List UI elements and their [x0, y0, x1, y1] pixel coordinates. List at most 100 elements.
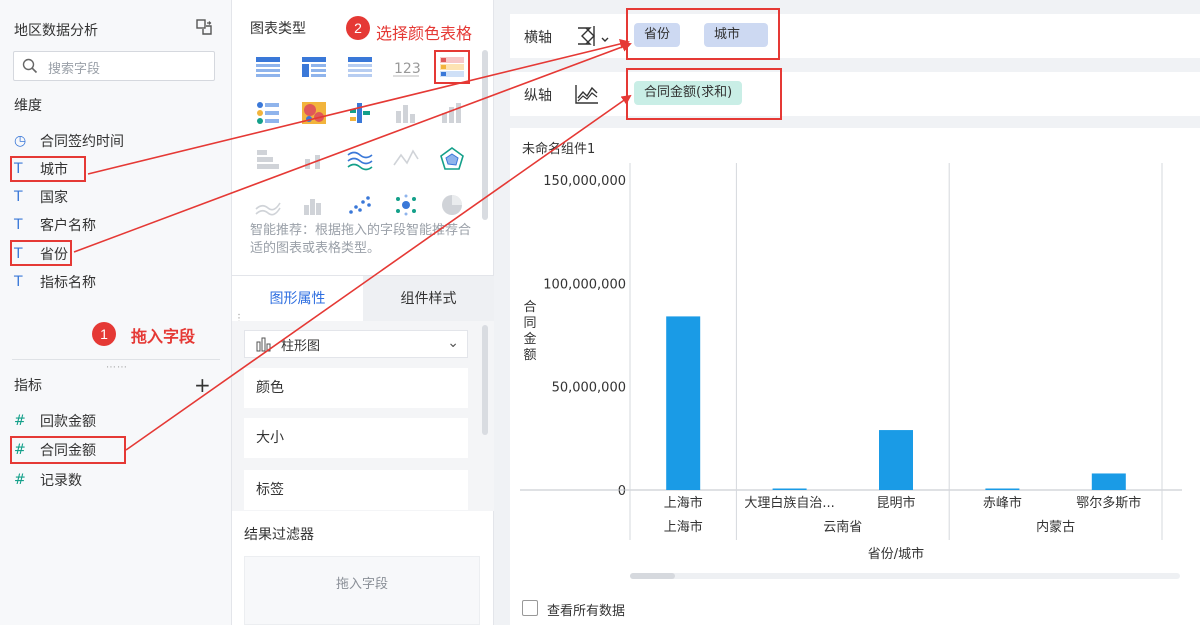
filter-placeholder: 拖入字段 — [335, 577, 388, 592]
multi-line-icon[interactable] — [344, 144, 376, 174]
result-filter-title: 结果过滤器 — [244, 527, 314, 543]
chart-editor: 横轴 省份 城市 纵轴 合同金额(求和) 未命名组件1 150,000,000 1… — [494, 0, 1200, 625]
x-axis-row: 横轴 省份 城市 — [510, 14, 1200, 58]
tab-component-style[interactable]: 组件样式 — [363, 276, 494, 322]
dimension-field-country[interactable]: T 国家 — [14, 185, 214, 209]
y-tick-label: 150,000,000 — [543, 174, 626, 189]
y-axis-title-char: 同 — [523, 316, 536, 331]
dimension-field-customer[interactable]: T 客户名称 — [14, 213, 214, 237]
y-axis-row: 纵轴 合同金额(求和) — [510, 72, 1200, 116]
bar — [772, 488, 807, 490]
line-chart-icon[interactable] — [390, 144, 422, 174]
search-placeholder: 搜索字段 — [48, 62, 101, 77]
column-chart-icon[interactable] — [390, 98, 422, 128]
view-all-data-label: 查看所有数据 — [547, 604, 626, 619]
metric-field-payment[interactable]: # 回款金额 — [14, 409, 214, 433]
block-chart-icon[interactable] — [252, 144, 284, 174]
smart-recommend-text: 智能推荐：根据拖入的字段智能推荐合适的图表或表格类型。 — [250, 223, 472, 256]
metric-field-record-count[interactable]: # 记录数 — [14, 468, 214, 492]
search-icon — [22, 58, 38, 74]
text-field-icon: T — [14, 217, 23, 233]
x-axis-title: 省份/城市 — [868, 546, 924, 562]
result-filter-dropzone[interactable]: 拖入字段 — [244, 556, 480, 625]
bar-group-icon[interactable] — [344, 98, 376, 128]
kpi-number-icon[interactable]: 123 — [390, 52, 422, 82]
x-tick-label-province: 内蒙古 — [1036, 519, 1075, 535]
field-label: 记录数 — [40, 473, 82, 489]
property-tabs: 图形属性 组件样式 — [232, 275, 494, 322]
text-field-icon: T — [14, 274, 23, 290]
radar-chart-icon[interactable] — [436, 144, 468, 174]
heatmap-icon[interactable] — [298, 98, 330, 128]
highlight-province-box — [10, 240, 72, 266]
bar-chart: 150,000,000 100,000,000 50,000,000 0 合同金额上海市… — [520, 163, 1182, 579]
field-label: 国家 — [40, 190, 68, 206]
tab-graphic-properties[interactable]: 图形属性 — [232, 276, 363, 322]
dimension-field-contract-time[interactable]: ◷ 合同签约时间 — [14, 129, 214, 153]
x-tick-label-city: 上海市 — [664, 495, 703, 511]
svg-text:123: 123 — [394, 61, 420, 77]
pie-chart-icon[interactable] — [436, 190, 468, 220]
x-tick-label-province: 上海市 — [664, 519, 703, 535]
step-2-badge: 2 — [346, 16, 370, 40]
hash-icon: # — [14, 413, 26, 429]
x-tick-label-city: 赤峰市 — [983, 495, 1022, 511]
bubble-chart-icon[interactable] — [390, 190, 422, 220]
field-label: 回款金额 — [40, 414, 96, 430]
chart-type-select[interactable]: 柱形图 ⌄ — [244, 330, 468, 358]
field-label: 指标名称 — [40, 275, 96, 291]
color-table-icon[interactable] — [434, 50, 470, 84]
scatter-chart-icon[interactable] — [344, 190, 376, 220]
field-label: 客户名称 — [40, 218, 96, 234]
cross-table-icon[interactable] — [298, 52, 330, 82]
chart-scrollbar-thumb — [630, 573, 675, 579]
highlight-city-box — [10, 156, 86, 182]
table-chart-icon[interactable] — [252, 52, 284, 82]
bar-line-icon[interactable] — [298, 144, 330, 174]
step-1-callout: 拖入字段 — [131, 327, 196, 346]
y-axis-title-char: 合 — [523, 300, 536, 315]
text-field-icon: T — [14, 189, 23, 205]
property-label[interactable]: 标签 — [244, 470, 468, 510]
bar — [879, 430, 913, 490]
y-tick-label: 100,000,000 — [543, 277, 626, 292]
bar — [1091, 473, 1126, 490]
metric-section-label: 指标 — [14, 378, 42, 394]
hash-icon: # — [14, 472, 26, 488]
color-list-icon[interactable] — [252, 98, 284, 128]
switch-dataset-icon[interactable] — [194, 17, 214, 37]
field-label: 合同签约时间 — [40, 134, 124, 150]
histogram-icon[interactable] — [298, 190, 330, 220]
x-tick-label-city: 大理白族自治... — [744, 495, 834, 511]
x-axis-icon[interactable] — [574, 24, 614, 48]
chart-types-scrollbar[interactable] — [482, 50, 488, 220]
line-chart-icon[interactable] — [574, 82, 600, 106]
y-axis-title-char: 金 — [523, 331, 536, 347]
field-search[interactable]: 搜索字段 — [13, 51, 215, 81]
y-tick-label: 50,000,000 — [552, 381, 626, 396]
properties-scrollbar[interactable] — [482, 325, 488, 435]
chevron-down-icon: ⌄ — [447, 335, 459, 351]
add-metric-icon[interactable]: + — [194, 373, 211, 397]
area-line-icon[interactable] — [252, 190, 284, 220]
stacked-column-icon[interactable] — [436, 98, 468, 128]
panel-resize-handle[interactable]: ⋯⋯ — [106, 362, 128, 373]
property-size[interactable]: 大小 — [244, 418, 468, 458]
dimension-field-indicator-name[interactable]: T 指标名称 — [14, 270, 214, 294]
section-divider — [12, 359, 220, 360]
y-axis-title-char: 额 — [523, 348, 536, 363]
highlight-y-axis-fields-box — [626, 68, 782, 120]
bar — [985, 488, 1020, 490]
chart-config-panel: 图表类型 2 选择颜色表格 123 智能推荐：根据拖入的字段智能推荐合适的图表或… — [232, 0, 494, 625]
chart-type-value: 柱形图 — [281, 338, 321, 354]
detail-table-icon[interactable] — [344, 52, 376, 82]
x-tick-label-province: 云南省 — [823, 519, 862, 535]
column-chart-icon — [256, 337, 271, 352]
step-2-callout: 选择颜色表格 — [376, 24, 473, 43]
x-tick-label-city: 昆明市 — [876, 495, 915, 511]
view-all-data-checkbox[interactable] — [522, 600, 538, 616]
dimension-section-label: 维度 — [14, 98, 42, 114]
x-tick-label-city: 鄂尔多斯市 — [1076, 495, 1141, 511]
y-axis-label: 纵轴 — [524, 88, 552, 104]
property-color[interactable]: 颜色 — [244, 368, 468, 408]
